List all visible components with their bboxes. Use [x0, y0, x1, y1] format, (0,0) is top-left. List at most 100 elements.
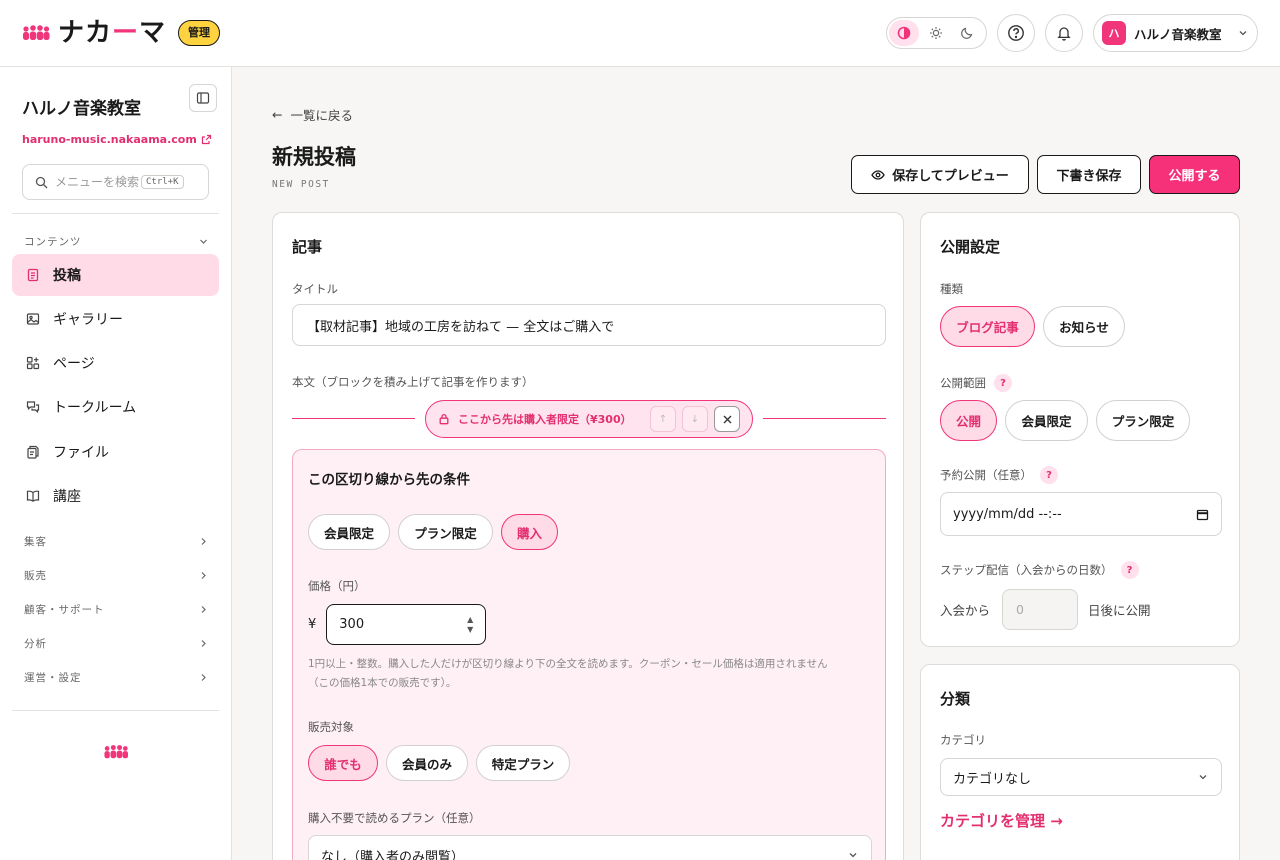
- menu-search-input[interactable]: [55, 175, 141, 189]
- schedule-datetime-input[interactable]: yyyy/mm/dd --:--: [940, 492, 1222, 536]
- chevron-right-icon: [201, 572, 206, 579]
- sidebar-item-label: ギャラリー: [53, 312, 123, 328]
- notifications-button[interactable]: [1045, 14, 1083, 52]
- section-operations-settings[interactable]: 運営・設定: [24, 670, 209, 685]
- body-label: 本文（ブロックを積み上げて記事を作ります）: [292, 375, 534, 389]
- book-icon: [25, 488, 41, 504]
- help-icon[interactable]: ?: [1040, 466, 1058, 484]
- account-menu[interactable]: ハ ハルノ音楽教室: [1093, 14, 1258, 52]
- sun-icon[interactable]: [921, 20, 951, 46]
- account-avatar: ハ: [1102, 21, 1126, 45]
- stepper-up-icon[interactable]: ▲: [467, 615, 473, 625]
- condition-purchase[interactable]: 購入: [501, 514, 558, 550]
- number-stepper[interactable]: ▲ ▼: [467, 615, 473, 635]
- paywall-divider[interactable]: ここから先は購入者限定（¥300） ↑ ↓: [425, 400, 753, 438]
- move-down-button[interactable]: ↓: [682, 406, 708, 432]
- chevron-down-icon: [849, 853, 857, 858]
- scope-label-text: 公開範囲: [940, 376, 986, 390]
- free-plan-select[interactable]: なし（購入者のみ閲覧）: [308, 835, 872, 860]
- type-label: 種類: [940, 282, 963, 296]
- chat-icon: [25, 399, 41, 415]
- scope-label: 公開範囲 ?: [940, 374, 1012, 392]
- schedule-label: 予約公開（任意） ?: [940, 466, 1058, 484]
- type-news[interactable]: お知らせ: [1043, 306, 1125, 347]
- sidebar-item-talkroom[interactable]: トークルーム: [12, 386, 219, 428]
- chevron-right-icon: [201, 538, 206, 545]
- scope-plan-only[interactable]: プラン限定: [1096, 400, 1190, 441]
- currency-symbol: ¥: [308, 617, 317, 632]
- price-value: 300: [339, 617, 365, 632]
- scope-members-only[interactable]: 会員限定: [1005, 400, 1088, 441]
- sidebar-item-gallery[interactable]: ギャラリー: [12, 298, 219, 340]
- section-sales[interactable]: 販売: [24, 568, 209, 583]
- price-help-text: 1円以上・整数。購入した人だけが区切り線より下の全文を読めます。クーポン・セール…: [308, 655, 868, 693]
- paywall-conditions: この区切り線から先の条件 会員限定 プラン限定 購入 価格（円） ¥ 300 ▲…: [292, 449, 886, 860]
- document-icon: [25, 267, 41, 283]
- sidebar-item-pages[interactable]: ページ: [12, 342, 219, 384]
- scope-public[interactable]: 公開: [940, 400, 997, 441]
- help-button[interactable]: [997, 14, 1035, 52]
- condition-plan-only[interactable]: プラン限定: [398, 514, 493, 550]
- save-draft-button[interactable]: 下書き保存: [1037, 155, 1141, 194]
- help-icon[interactable]: ?: [994, 374, 1012, 392]
- calendar-icon[interactable]: [1196, 508, 1209, 521]
- main-content: ← 一覧に戻る 新規投稿 NEW POST 保存してプレビュー 下書き保存 公開…: [232, 67, 1280, 860]
- section-content-label: コンテンツ: [24, 236, 82, 248]
- sidebar-collapse-button[interactable]: [189, 84, 217, 112]
- move-up-button[interactable]: ↑: [650, 406, 676, 432]
- sidebar-item-label: トークルーム: [53, 400, 137, 416]
- price-help-line: （この価格1本での販売です）。: [308, 677, 457, 689]
- sidebar-divider: [12, 213, 219, 214]
- chevron-right-icon: [201, 674, 206, 681]
- step-days-input[interactable]: 0: [1002, 589, 1079, 630]
- sidebar-item-courses[interactable]: 講座: [12, 475, 219, 517]
- title-input[interactable]: 【取材記事】地域の工房を訪ねて — 全文はご購入で: [292, 304, 886, 346]
- section-customer-support[interactable]: 顧客・サポート: [24, 602, 209, 617]
- chevron-right-icon: [201, 606, 206, 613]
- sidebar-item-label: 講座: [53, 489, 81, 505]
- lock-icon: [439, 413, 449, 425]
- manage-categories-link[interactable]: カテゴリを管理 →: [940, 810, 1063, 831]
- stepper-down-icon[interactable]: ▼: [467, 625, 473, 635]
- arrow-down-icon: ↓: [690, 413, 700, 425]
- org-url-link[interactable]: haruno-music.nakaama.com: [22, 133, 212, 146]
- schedule-label-text: 予約公開（任意）: [940, 468, 1032, 482]
- pages-icon: [25, 355, 41, 371]
- bell-icon: [1057, 27, 1071, 41]
- category-select[interactable]: カテゴリなし: [940, 758, 1222, 796]
- arrow-left-icon: ←: [272, 107, 283, 122]
- condition-members-only[interactable]: 会員限定: [308, 514, 390, 550]
- account-name: ハルノ音楽教室: [1134, 26, 1222, 42]
- schedule-placeholder: yyyy/mm/dd --:--: [953, 506, 1062, 522]
- contrast-icon[interactable]: [889, 20, 919, 46]
- sidebar-item-files[interactable]: ファイル: [12, 431, 219, 473]
- org-name: ハルノ音楽教室: [22, 99, 141, 119]
- image-icon: [25, 311, 41, 327]
- target-specific-plan[interactable]: 特定プラン: [476, 745, 570, 781]
- sidebar-item-posts[interactable]: 投稿: [12, 254, 219, 296]
- publish-settings-title: 公開設定: [940, 238, 1001, 256]
- category-label: カテゴリ: [940, 733, 986, 747]
- save-preview-button[interactable]: 保存してプレビュー: [851, 155, 1029, 194]
- publish-button[interactable]: 公開する: [1149, 155, 1240, 194]
- help-icon[interactable]: ?: [1120, 561, 1139, 579]
- free-plan-value: なし（購入者のみ閲覧）: [321, 849, 465, 860]
- remove-divider-button[interactable]: [714, 406, 740, 432]
- external-link-icon: [201, 134, 211, 145]
- logo-text: ナカーマ: [58, 18, 167, 48]
- target-anyone[interactable]: 誰でも: [308, 745, 378, 781]
- type-blog[interactable]: ブログ記事: [940, 306, 1035, 347]
- logo[interactable]: ナカーマ 管理: [22, 18, 221, 48]
- menu-search[interactable]: Ctrl+K: [22, 164, 209, 200]
- price-input[interactable]: 300 ▲ ▼: [326, 604, 487, 645]
- section-marketing[interactable]: 集客: [24, 534, 209, 549]
- chevron-down-icon: [1239, 31, 1247, 36]
- section-analytics[interactable]: 分析: [24, 636, 209, 651]
- chevron-down-icon: [200, 239, 207, 244]
- section-content[interactable]: コンテンツ: [24, 234, 209, 249]
- moon-icon[interactable]: [952, 20, 982, 46]
- back-to-list-link[interactable]: ← 一覧に戻る: [272, 105, 353, 124]
- target-members[interactable]: 会員のみ: [386, 745, 468, 781]
- chevron-down-icon: [1199, 775, 1207, 780]
- section-label: 集客: [24, 536, 47, 548]
